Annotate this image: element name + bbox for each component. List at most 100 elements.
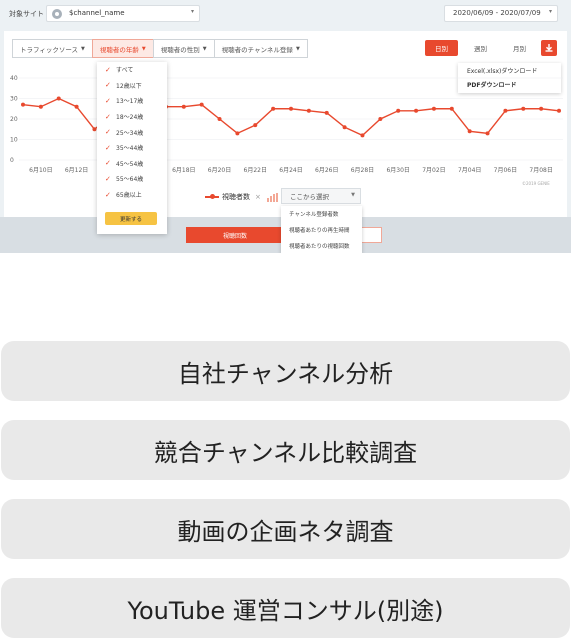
age-option[interactable]: ✓ 65歳以上 (97, 187, 167, 203)
channel-icon (52, 9, 62, 19)
check-icon: ✓ (105, 143, 111, 152)
legend-line-marker (205, 194, 219, 199)
period-toggle: 日別 週別 月別 (425, 40, 536, 56)
x-tick-label: 6月12日 (65, 167, 88, 174)
age-option-label: 25〜34歳 (116, 129, 144, 137)
x-tick-label: 6月28日 (351, 167, 374, 174)
topbar: 対象サイト $channel_name ▾ 2020/06/09 - 2020/… (0, 0, 571, 28)
age-option[interactable]: ✓ 45〜54歳 (97, 156, 167, 172)
age-option[interactable]: ✓ 55〜64歳 (97, 171, 167, 187)
data-point (21, 102, 25, 107)
compare-metric-select[interactable]: ここから選択 ▼ (281, 188, 361, 204)
filter-viewer-subscription[interactable]: 視聴者のチャンネル登録 ▼ (213, 39, 308, 58)
age-option[interactable]: ✓ すべて (97, 62, 167, 78)
age-option-label: 65歳以上 (116, 192, 142, 200)
data-point (306, 108, 311, 113)
date-range-text: 2020/06/09 - 2020/07/09 (453, 9, 541, 17)
x-tick-label: 6月20日 (208, 167, 231, 174)
data-point (467, 129, 472, 134)
feature-video-idea-research[interactable]: 動画の企画ネタ調査 (1, 499, 570, 559)
data-point (253, 123, 258, 128)
data-point (74, 104, 79, 109)
age-option-label: 13〜17歳 (116, 98, 144, 106)
dashboard-screenshot: 対象サイト $channel_name ▾ 2020/06/09 - 2020/… (0, 0, 571, 253)
data-point (414, 108, 419, 113)
check-icon: ✓ (105, 96, 111, 105)
data-point (38, 104, 43, 109)
age-option-label: 45〜54歳 (116, 160, 144, 168)
filter-label: 視聴者のチャンネル登録 (221, 45, 293, 54)
data-point (360, 133, 365, 138)
chevron-down-icon: ▾ (190, 8, 194, 15)
x-tick-label: 7月04日 (458, 167, 481, 174)
age-option[interactable]: ✓ 18〜24歳 (97, 109, 167, 125)
chart-legend: 視聴者数 × (205, 190, 278, 204)
feature-own-channel-analysis[interactable]: 自社チャンネル分析 (1, 341, 570, 401)
filter-viewer-age[interactable]: 視聴者の年齢 ▼ (91, 39, 154, 58)
x-tick-label: 7月06日 (494, 167, 517, 174)
channel-name: $channel_name (69, 9, 125, 17)
legend-series-label: 視聴者数 (222, 193, 250, 201)
filter-label: トラフィックソース (20, 45, 79, 54)
data-point (485, 131, 490, 136)
viewers-line-chart: 0102030406月10日6月12日6月14日6月16日6月18日6月20日6… (10, 75, 563, 174)
channel-select[interactable]: $channel_name ▾ (46, 5, 200, 22)
age-option[interactable]: ✓ 35〜44歳 (97, 140, 167, 156)
compare-placeholder: ここから選択 (290, 193, 329, 201)
period-weekly-button[interactable]: 週別 (464, 40, 497, 56)
credit-text: ©2019 GENIE (522, 181, 550, 186)
x-tick-label: 6月30日 (386, 167, 409, 174)
data-point (539, 106, 544, 111)
x-tick-label: 7月02日 (422, 167, 445, 174)
filter-viewer-gender[interactable]: 視聴者の性別 ▼ (152, 39, 215, 58)
age-option[interactable]: ✓ 25〜34歳 (97, 124, 167, 140)
x-tick-label: 6月22日 (244, 167, 267, 174)
compare-option[interactable]: チャンネル登録者数 (281, 206, 362, 222)
filter-traffic-source[interactable]: トラフィックソース ▼ (12, 39, 93, 58)
date-range-picker[interactable]: 2020/06/09 - 2020/07/09 ▾ (444, 5, 558, 22)
chevron-down-icon: ▼ (141, 45, 146, 52)
data-point (271, 106, 276, 111)
feature-youtube-consulting[interactable]: YouTube 運営コンサル(別途) (1, 578, 570, 638)
close-icon[interactable]: × (255, 193, 261, 201)
compare-option[interactable]: 視聴者あたりの視聴回数 (281, 238, 362, 253)
x-tick-label: 6月18日 (172, 167, 195, 174)
bar-chart-icon[interactable] (266, 192, 278, 202)
y-tick-label: 40 (10, 75, 18, 82)
check-icon: ✓ (105, 174, 111, 183)
compare-option[interactable]: 視聴者あたりの再生時間 (281, 222, 362, 238)
feature-competitor-comparison[interactable]: 競合チャンネル比較調査 (1, 420, 570, 480)
chevron-down-icon: ▾ (548, 8, 552, 15)
views-tab-button[interactable]: 視聴回数 (186, 227, 284, 243)
x-tick-label: 6月24日 (279, 167, 302, 174)
age-option[interactable]: ✓ 13〜17歳 (97, 93, 167, 109)
chevron-down-icon: ▼ (81, 45, 85, 52)
data-point (56, 96, 61, 101)
x-tick-label: 7月08日 (529, 167, 552, 174)
data-point (92, 127, 97, 132)
x-tick-label: 6月26日 (315, 167, 338, 174)
data-point (235, 131, 240, 136)
update-button[interactable]: 更新する (105, 212, 157, 225)
period-monthly-button[interactable]: 月別 (503, 40, 536, 56)
compare-menu: チャンネル登録者数 視聴者あたりの再生時間 視聴者あたりの視聴回数 (281, 206, 362, 253)
data-point (521, 106, 526, 111)
data-point (199, 102, 204, 107)
data-point (503, 108, 508, 113)
age-option[interactable]: ✓ 12歳以下 (97, 78, 167, 94)
age-option-label: 18〜24歳 (116, 114, 144, 122)
download-button[interactable] (541, 40, 557, 56)
data-point (342, 125, 347, 130)
filter-row: トラフィックソース ▼ 視聴者の年齢 ▼ 視聴者の性別 ▼ 視聴者のチャンネル登録 ▼ (12, 39, 308, 58)
check-icon: ✓ (105, 128, 111, 137)
chevron-down-icon: ▼ (295, 45, 300, 52)
period-daily-button[interactable]: 日別 (425, 40, 458, 56)
data-point (324, 110, 329, 115)
data-point (378, 117, 383, 121)
age-option-label: 55〜64歳 (116, 176, 144, 184)
check-icon: ✓ (105, 190, 111, 199)
check-icon: ✓ (105, 112, 111, 121)
check-icon: ✓ (105, 159, 111, 168)
age-option-label: 12歳以下 (116, 82, 142, 90)
data-point (217, 117, 222, 121)
